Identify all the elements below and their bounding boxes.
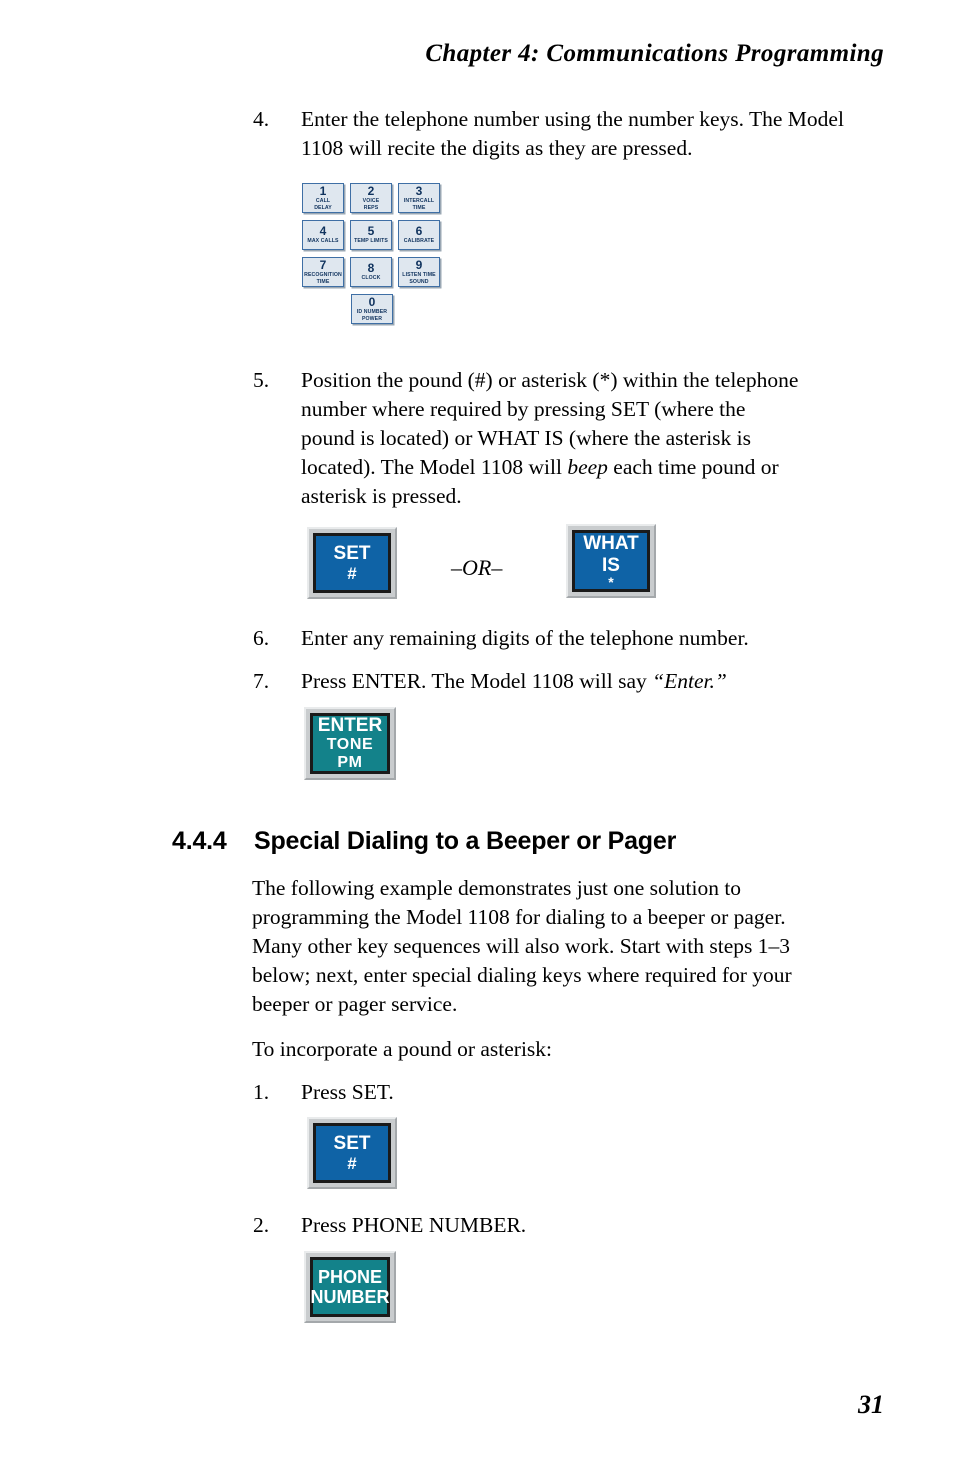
keypad-key-5-digit: 5 bbox=[367, 224, 375, 239]
pager-step-1-number: 1. bbox=[253, 1080, 270, 1104]
keypad-key-9[interactable]: 9 LISTEN TIME SOUND bbox=[398, 257, 440, 287]
keypad-key-3-digit: 3 bbox=[415, 184, 423, 199]
pager-step-1-text: Press SET. bbox=[301, 1080, 394, 1104]
keypad-key-0[interactable]: 0 ID NUMBER POWER bbox=[351, 294, 393, 324]
keypad-key-0-label: ID NUMBER POWER bbox=[356, 309, 388, 322]
keypad-key-6-digit: 6 bbox=[415, 224, 423, 239]
keypad-key-8[interactable]: 8 CLOCK bbox=[350, 257, 392, 287]
phone-number-button-line-1: PHONE bbox=[317, 1266, 382, 1287]
pager-step-2-text: Press PHONE NUMBER. bbox=[301, 1213, 527, 1237]
section-title: Special Dialing to a Beeper or Pager bbox=[254, 827, 677, 855]
enter-button-line-1: ENTER bbox=[317, 714, 383, 736]
section-body-line-4: below; next, enter special dialing keys … bbox=[252, 963, 792, 987]
step-5-emphasis-beep: beep bbox=[567, 455, 608, 479]
step-5-line-1: Position the pound (#) or asterisk (*) w… bbox=[301, 368, 799, 392]
step-7-number: 7. bbox=[253, 669, 270, 693]
pager-step-2: 2. Press PHONE NUMBER. bbox=[253, 1211, 873, 1240]
step-7-text: Press ENTER. The Model 1108 will say “En… bbox=[301, 667, 727, 696]
keypad-row: 4 MAX CALLS 5 TEMP LIMITS 6 CALIBRATE bbox=[302, 220, 442, 250]
or-separator-label: –OR– bbox=[451, 555, 503, 580]
keypad-key-0-digit: 0 bbox=[368, 295, 376, 310]
step-5-line-4c: each time pound or bbox=[607, 455, 779, 479]
page-number: 31 bbox=[858, 1390, 884, 1419]
keypad-key-5[interactable]: 5 TEMP LIMITS bbox=[350, 220, 392, 250]
set-button-2-line-1: SET bbox=[333, 1132, 371, 1154]
what-is-button-line-1: WHAT bbox=[583, 533, 639, 555]
keypad-key-4-digit: 4 bbox=[319, 224, 327, 239]
step-5: 5. Position the pound (#) or asterisk (*… bbox=[253, 366, 873, 511]
step-4: 4. Enter the telephone number using the … bbox=[253, 105, 863, 163]
keypad-row: 1 CALL DELAY 2 VOICE REPS 3 INTERCALL TI… bbox=[302, 183, 442, 213]
section-heading: 4.4.4 Special Dialing to a Beeper or Pag… bbox=[172, 827, 676, 856]
step-5-line-4a: located). The Model 1108 will bbox=[301, 455, 568, 479]
keypad-key-7-label: RECOGNITION TIME bbox=[304, 272, 342, 285]
set-button-1-line-1: SET bbox=[333, 542, 371, 564]
keypad-row: 0 ID NUMBER POWER bbox=[302, 294, 442, 324]
what-is-button-line-2: IS bbox=[602, 554, 620, 576]
set-button-2[interactable]: SET # bbox=[307, 1117, 397, 1189]
set-button-2-line-2: # bbox=[347, 1154, 357, 1174]
step-6-text: Enter any remaining digits of the teleph… bbox=[301, 626, 749, 650]
keypad-key-4[interactable]: 4 MAX CALLS bbox=[302, 220, 344, 250]
enter-button-face: ENTER TONE PM bbox=[310, 713, 390, 774]
keypad-key-5-label: TEMP LIMITS bbox=[354, 238, 388, 245]
step-5-number: 5. bbox=[253, 368, 270, 392]
keypad-key-1-digit: 1 bbox=[319, 184, 327, 199]
keypad-key-2-digit: 2 bbox=[367, 184, 375, 199]
keypad-row: 7 RECOGNITION TIME 8 CLOCK 9 LISTEN TIME… bbox=[302, 257, 442, 287]
step-7-quote-enter: “Enter.” bbox=[652, 669, 727, 693]
keypad-key-7-digit: 7 bbox=[319, 258, 327, 273]
step-5-text: Position the pound (#) or asterisk (*) w… bbox=[301, 366, 798, 511]
keypad-key-3-label: INTERCALL TIME bbox=[403, 198, 435, 211]
step-6-number: 6. bbox=[253, 626, 270, 650]
keypad-key-8-digit: 8 bbox=[367, 261, 375, 276]
step-7: 7. Press ENTER. The Model 1108 will say … bbox=[253, 667, 873, 696]
section-body-line-3: Many other key sequences will also work.… bbox=[252, 934, 791, 958]
section-body-paragraph: The following example demonstrates just … bbox=[252, 874, 892, 1019]
keypad-key-7[interactable]: 7 RECOGNITION TIME bbox=[302, 257, 344, 287]
keypad-key-2-label: VOICE REPS bbox=[362, 198, 380, 211]
pager-step-2-number: 2. bbox=[253, 1213, 270, 1237]
enter-button[interactable]: ENTER TONE PM bbox=[304, 707, 396, 780]
what-is-button[interactable]: WHAT IS * bbox=[566, 524, 656, 598]
enter-button-line-3: PM bbox=[337, 754, 363, 772]
section-body-line-1: The following example demonstrates just … bbox=[252, 876, 742, 900]
section-number: 4.4.4 bbox=[172, 827, 227, 855]
section-body-line-5: beeper or pager service. bbox=[252, 992, 458, 1016]
phone-number-button-face: PHONE NUMBER bbox=[310, 1257, 390, 1317]
step-5-line-3: pound is located) or WHAT IS (where the … bbox=[301, 426, 752, 450]
set-button-1[interactable]: SET # bbox=[307, 527, 397, 599]
step-5-line-5: asterisk is pressed. bbox=[301, 484, 462, 508]
keypad-key-9-digit: 9 bbox=[415, 258, 423, 273]
step-4-number: 4. bbox=[253, 107, 270, 131]
keypad-key-1[interactable]: 1 CALL DELAY bbox=[302, 183, 344, 213]
keypad-diagram: 1 CALL DELAY 2 VOICE REPS 3 INTERCALL TI… bbox=[302, 183, 442, 331]
step-6: 6. Enter any remaining digits of the tel… bbox=[253, 624, 873, 653]
set-button-1-face: SET # bbox=[313, 533, 391, 593]
keypad-key-6[interactable]: 6 CALIBRATE bbox=[398, 220, 440, 250]
phone-number-button-line-2: NUMBER bbox=[310, 1287, 390, 1307]
keypad-key-6-label: CALIBRATE bbox=[403, 238, 435, 245]
set-button-1-line-2: # bbox=[347, 564, 357, 584]
keypad-key-4-label: MAX CALLS bbox=[307, 238, 339, 245]
keypad-key-3[interactable]: 3 INTERCALL TIME bbox=[398, 183, 440, 213]
step-7-text-a: Press ENTER. The Model 1108 will say bbox=[301, 669, 653, 693]
running-head: Chapter 4: Communications Programming bbox=[425, 40, 884, 67]
incorporate-intro-text: To incorporate a pound or asterisk: bbox=[252, 1037, 553, 1061]
keypad-key-8-label: CLOCK bbox=[361, 275, 381, 282]
what-is-button-line-3: * bbox=[608, 573, 614, 590]
keypad-key-2[interactable]: 2 VOICE REPS bbox=[350, 183, 392, 213]
step-4-text: Enter the telephone number using the num… bbox=[301, 107, 844, 160]
phone-number-button[interactable]: PHONE NUMBER bbox=[304, 1251, 396, 1323]
what-is-button-face: WHAT IS * bbox=[572, 530, 650, 592]
set-button-2-face: SET # bbox=[313, 1123, 391, 1183]
pager-step-1: 1. Press SET. bbox=[253, 1078, 873, 1107]
keypad-key-9-label: LISTEN TIME SOUND bbox=[402, 272, 436, 285]
step-5-line-2: number where required by pressing SET (w… bbox=[301, 397, 746, 421]
section-body-line-2: programming the Model 1108 for dialing t… bbox=[252, 905, 786, 929]
keypad-key-1-label: CALL DELAY bbox=[314, 198, 332, 211]
enter-button-line-2: TONE bbox=[326, 736, 374, 754]
